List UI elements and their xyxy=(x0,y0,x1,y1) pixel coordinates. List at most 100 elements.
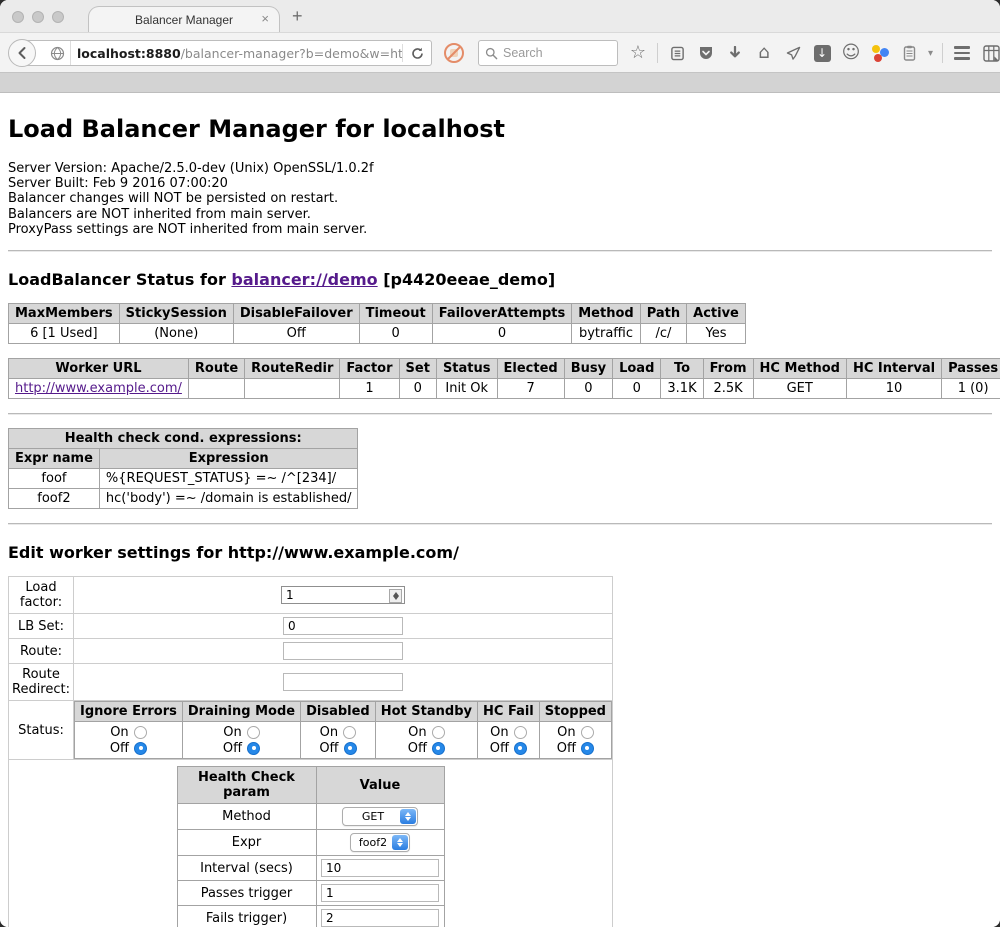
stopped-off-radio[interactable] xyxy=(581,742,594,755)
overflow-caret-icon[interactable]: ▾ xyxy=(928,48,933,59)
reading-list-icon[interactable] xyxy=(667,43,687,63)
col-stopped: Stopped xyxy=(539,702,611,722)
select-stepper-icon xyxy=(400,809,416,824)
passes-input[interactable] xyxy=(321,884,439,902)
hc-fail-off-radio[interactable] xyxy=(514,742,527,755)
method-select[interactable]: GET xyxy=(342,807,418,826)
hc-row-expr: Expr foof2 xyxy=(177,830,444,856)
url-text: localhost:8880/balancer-manager?b=demo&w… xyxy=(71,46,402,61)
draining-mode-on-radio[interactable] xyxy=(247,726,260,739)
disabled-off-radio[interactable] xyxy=(344,742,357,755)
reload-icon xyxy=(410,46,425,61)
table-header-row: Expr name Expression xyxy=(9,449,358,469)
back-button[interactable] xyxy=(8,39,36,67)
col-hc-value: Value xyxy=(316,767,444,804)
form-row-route-redirect: Route Redirect: xyxy=(9,664,613,701)
server-built-line: Server Built: Feb 9 2016 07:00:20 xyxy=(8,176,992,191)
col-expression: Expression xyxy=(99,449,358,469)
disabled-on-radio[interactable] xyxy=(343,726,356,739)
table-row: 6 [1 Used] (None) Off 0 0 bytraffic /c/ … xyxy=(9,324,746,344)
expr-select[interactable]: foof2 xyxy=(350,833,410,852)
health-expressions-table: Health check cond. expressions: Expr nam… xyxy=(8,428,358,509)
colored-dots-extension-icon[interactable] xyxy=(870,43,890,63)
tab-title: Balancer Manager xyxy=(135,13,233,27)
col-ignore-errors: Ignore Errors xyxy=(75,702,183,722)
url-path: /balancer-manager?b=demo&w=http://www.ex… xyxy=(181,46,402,61)
search-bar[interactable]: Search xyxy=(478,40,618,66)
clipboard-extension-icon[interactable] xyxy=(899,43,919,63)
col-hc-param: Health Check param xyxy=(177,767,316,804)
fails-input[interactable] xyxy=(321,909,439,927)
new-tab-button[interactable]: + xyxy=(292,6,303,27)
stopped-on-radio[interactable] xyxy=(581,726,594,739)
reload-button[interactable] xyxy=(403,41,431,65)
col-method: Method xyxy=(572,304,640,324)
balancer-heading-suffix: [p4420eeae_demo] xyxy=(378,270,556,289)
menu-icon[interactable] xyxy=(952,43,972,63)
worker-settings-form: Load factor: LB Set: Route: Route Redire… xyxy=(8,576,613,927)
hc-row-fails: Fails trigger) xyxy=(177,906,444,927)
browser-window: Balancer Manager × + localhost:8880/bala… xyxy=(0,0,1000,927)
navigation-toolbar: localhost:8880/balancer-manager?b=demo&w… xyxy=(0,32,1000,72)
table-header-row: MaxMembers StickySession DisableFailover… xyxy=(9,304,746,324)
col-active: Active xyxy=(687,304,746,324)
ignore-errors-off-radio[interactable] xyxy=(134,742,147,755)
balancer-link[interactable]: balancer://demo xyxy=(231,270,377,289)
worker-url-link[interactable]: http://www.example.com/ xyxy=(15,381,182,396)
radio-row: On Off On Off On Off On Off On Off On xyxy=(75,722,612,759)
col-disabled: Disabled xyxy=(301,702,376,722)
server-info: Server Version: Apache/2.5.0-dev (Unix) … xyxy=(8,161,992,237)
toolbar-separator-2 xyxy=(942,43,943,63)
route-label: Route: xyxy=(9,639,74,664)
minimize-window-button[interactable] xyxy=(32,11,44,23)
ignore-errors-on-radio[interactable] xyxy=(134,726,147,739)
grid-panel-icon[interactable] xyxy=(981,43,1000,63)
tab-balancer-manager[interactable]: Balancer Manager × xyxy=(88,6,280,32)
toolbar-icons: ☆ ⌂ ↓ ☺ ▾ xyxy=(628,40,1000,66)
balancer-heading-prefix: LoadBalancer Status for xyxy=(8,270,231,289)
search-icon xyxy=(485,47,498,60)
site-identity-globe-icon[interactable] xyxy=(45,41,71,65)
table-row: http://www.example.com/ 1 0 Init Ok 7 0 … xyxy=(9,379,1000,399)
bookmark-star-icon[interactable]: ☆ xyxy=(628,43,648,63)
table-row: foof2 hc('body') =~ /domain is establish… xyxy=(9,489,358,509)
balancer-heading: LoadBalancer Status for balancer://demo … xyxy=(8,270,992,289)
close-window-button[interactable] xyxy=(12,11,24,23)
form-row-load-factor: Load factor: xyxy=(9,577,613,614)
pocket-icon[interactable] xyxy=(696,43,716,63)
hc-row-passes: Passes trigger xyxy=(177,881,444,906)
table-header-row: Worker URL Route RouteRedir Factor Set S… xyxy=(9,359,1000,379)
form-row-route: Route: xyxy=(9,639,613,664)
lb-set-input[interactable] xyxy=(283,617,403,635)
zoom-window-button[interactable] xyxy=(52,11,64,23)
col-draining-mode: Draining Mode xyxy=(182,702,300,722)
url-bar[interactable]: localhost:8880/balancer-manager?b=demo&w… xyxy=(22,40,432,66)
send-tab-icon[interactable] xyxy=(783,43,803,63)
table-header-row: Health Check param Value xyxy=(177,767,444,804)
note-persist-line: Balancer changes will NOT be persisted o… xyxy=(8,191,992,206)
hc-row-method: Method GET xyxy=(177,804,444,830)
hc-fail-on-radio[interactable] xyxy=(514,726,527,739)
route-input[interactable] xyxy=(283,642,403,660)
back-arrow-icon xyxy=(14,45,30,61)
home-icon[interactable]: ⌂ xyxy=(754,43,774,63)
window-controls xyxy=(12,11,64,23)
feedback-smiley-icon[interactable]: ☺ xyxy=(841,43,861,63)
form-row-health-check: Health Check param Value Method GET Expr… xyxy=(9,760,613,927)
route-redirect-input[interactable] xyxy=(283,673,403,691)
tab-close-icon[interactable]: × xyxy=(261,11,269,26)
col-disablefailover: DisableFailover xyxy=(233,304,359,324)
downloads-icon[interactable] xyxy=(725,43,745,63)
hot-standby-on-radio[interactable] xyxy=(432,726,445,739)
hot-standby-off-radio[interactable] xyxy=(432,742,445,755)
form-row-status: Status: Ignore Errors Draining Mode Disa… xyxy=(9,701,613,760)
table-header-row: Ignore Errors Draining Mode Disabled Hot… xyxy=(75,702,612,722)
interval-input[interactable] xyxy=(321,859,439,877)
number-spinner[interactable] xyxy=(389,589,402,603)
download-manager-icon[interactable]: ↓ xyxy=(812,43,832,63)
content-blocker-icon[interactable] xyxy=(444,43,464,63)
load-factor-input[interactable] xyxy=(281,586,405,604)
hc-row-interval: Interval (secs) xyxy=(177,856,444,881)
route-redirect-label: Route Redirect: xyxy=(9,664,74,701)
draining-mode-off-radio[interactable] xyxy=(247,742,260,755)
